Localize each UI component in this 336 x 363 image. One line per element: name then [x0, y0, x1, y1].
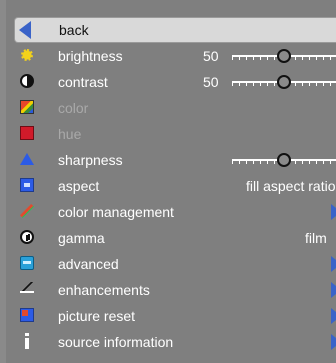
aspect-icon — [20, 178, 34, 192]
submenu-arrow-icon — [331, 204, 336, 220]
back-label: back — [59, 22, 89, 38]
menu-item-label: brightness — [58, 48, 123, 64]
menu-item-aspect[interactable]: aspect fill aspect ratio — [0, 173, 336, 199]
menu-item-label: color management — [58, 204, 174, 220]
menu-item-label: sharpness — [58, 152, 123, 168]
contrast-slider[interactable] — [232, 75, 336, 89]
menu-item-label: gamma — [58, 230, 105, 246]
info-icon — [25, 333, 29, 349]
submenu-arrow-icon — [331, 334, 336, 350]
gamma-icon — [20, 230, 34, 244]
sharpness-slider[interactable] — [232, 153, 336, 167]
submenu-arrow-icon — [331, 282, 336, 298]
hue-icon — [20, 126, 34, 140]
advanced-icon — [20, 256, 34, 270]
color-management-icon — [20, 204, 34, 218]
slider-knob[interactable] — [277, 153, 291, 167]
submenu-arrow-icon — [331, 308, 336, 324]
menu-item-hue: hue — [0, 121, 336, 147]
menu-item-label: hue — [58, 126, 82, 142]
menu-item-label: aspect — [58, 178, 100, 194]
picture-menu-panel: back brightness 50 contrast 50 color hue — [0, 0, 336, 363]
enhancements-icon — [20, 282, 34, 296]
back-button[interactable]: back — [14, 17, 336, 43]
menu-item-label: color — [58, 100, 89, 116]
menu-item-enhancements[interactable]: enhancements — [0, 277, 336, 303]
menu-item-color-management[interactable]: color management — [0, 199, 336, 225]
contrast-value: 50 — [203, 74, 219, 90]
menu-item-source-information[interactable]: source information — [0, 329, 336, 355]
aspect-value: fill aspect ratio — [246, 178, 336, 194]
menu-item-label: picture reset — [58, 308, 136, 324]
slider-knob[interactable] — [277, 49, 291, 63]
menu-item-brightness[interactable]: brightness 50 — [0, 43, 336, 69]
slider-knob[interactable] — [277, 75, 291, 89]
menu-item-sharpness[interactable]: sharpness — [0, 147, 336, 173]
menu-item-contrast[interactable]: contrast 50 — [0, 69, 336, 95]
gamma-value: film — [305, 230, 327, 246]
menu-item-picture-reset[interactable]: picture reset — [0, 303, 336, 329]
sun-icon — [20, 48, 34, 62]
sharpness-triangle-icon — [20, 153, 34, 165]
menu-item-color: color — [0, 95, 336, 121]
menu-item-label: contrast — [58, 74, 108, 90]
color-palette-icon — [20, 100, 34, 114]
submenu-arrow-icon — [331, 256, 336, 272]
menu-item-advanced[interactable]: advanced — [0, 251, 336, 277]
brightness-slider[interactable] — [232, 49, 336, 63]
menu-item-label: advanced — [58, 256, 119, 272]
menu-item-gamma[interactable]: gamma film — [0, 225, 336, 251]
picture-reset-icon — [20, 308, 34, 322]
menu-item-label: enhancements — [58, 282, 150, 298]
back-arrow-icon — [19, 21, 31, 39]
brightness-value: 50 — [203, 48, 219, 64]
contrast-icon — [20, 74, 34, 88]
menu-item-label: source information — [58, 334, 174, 350]
